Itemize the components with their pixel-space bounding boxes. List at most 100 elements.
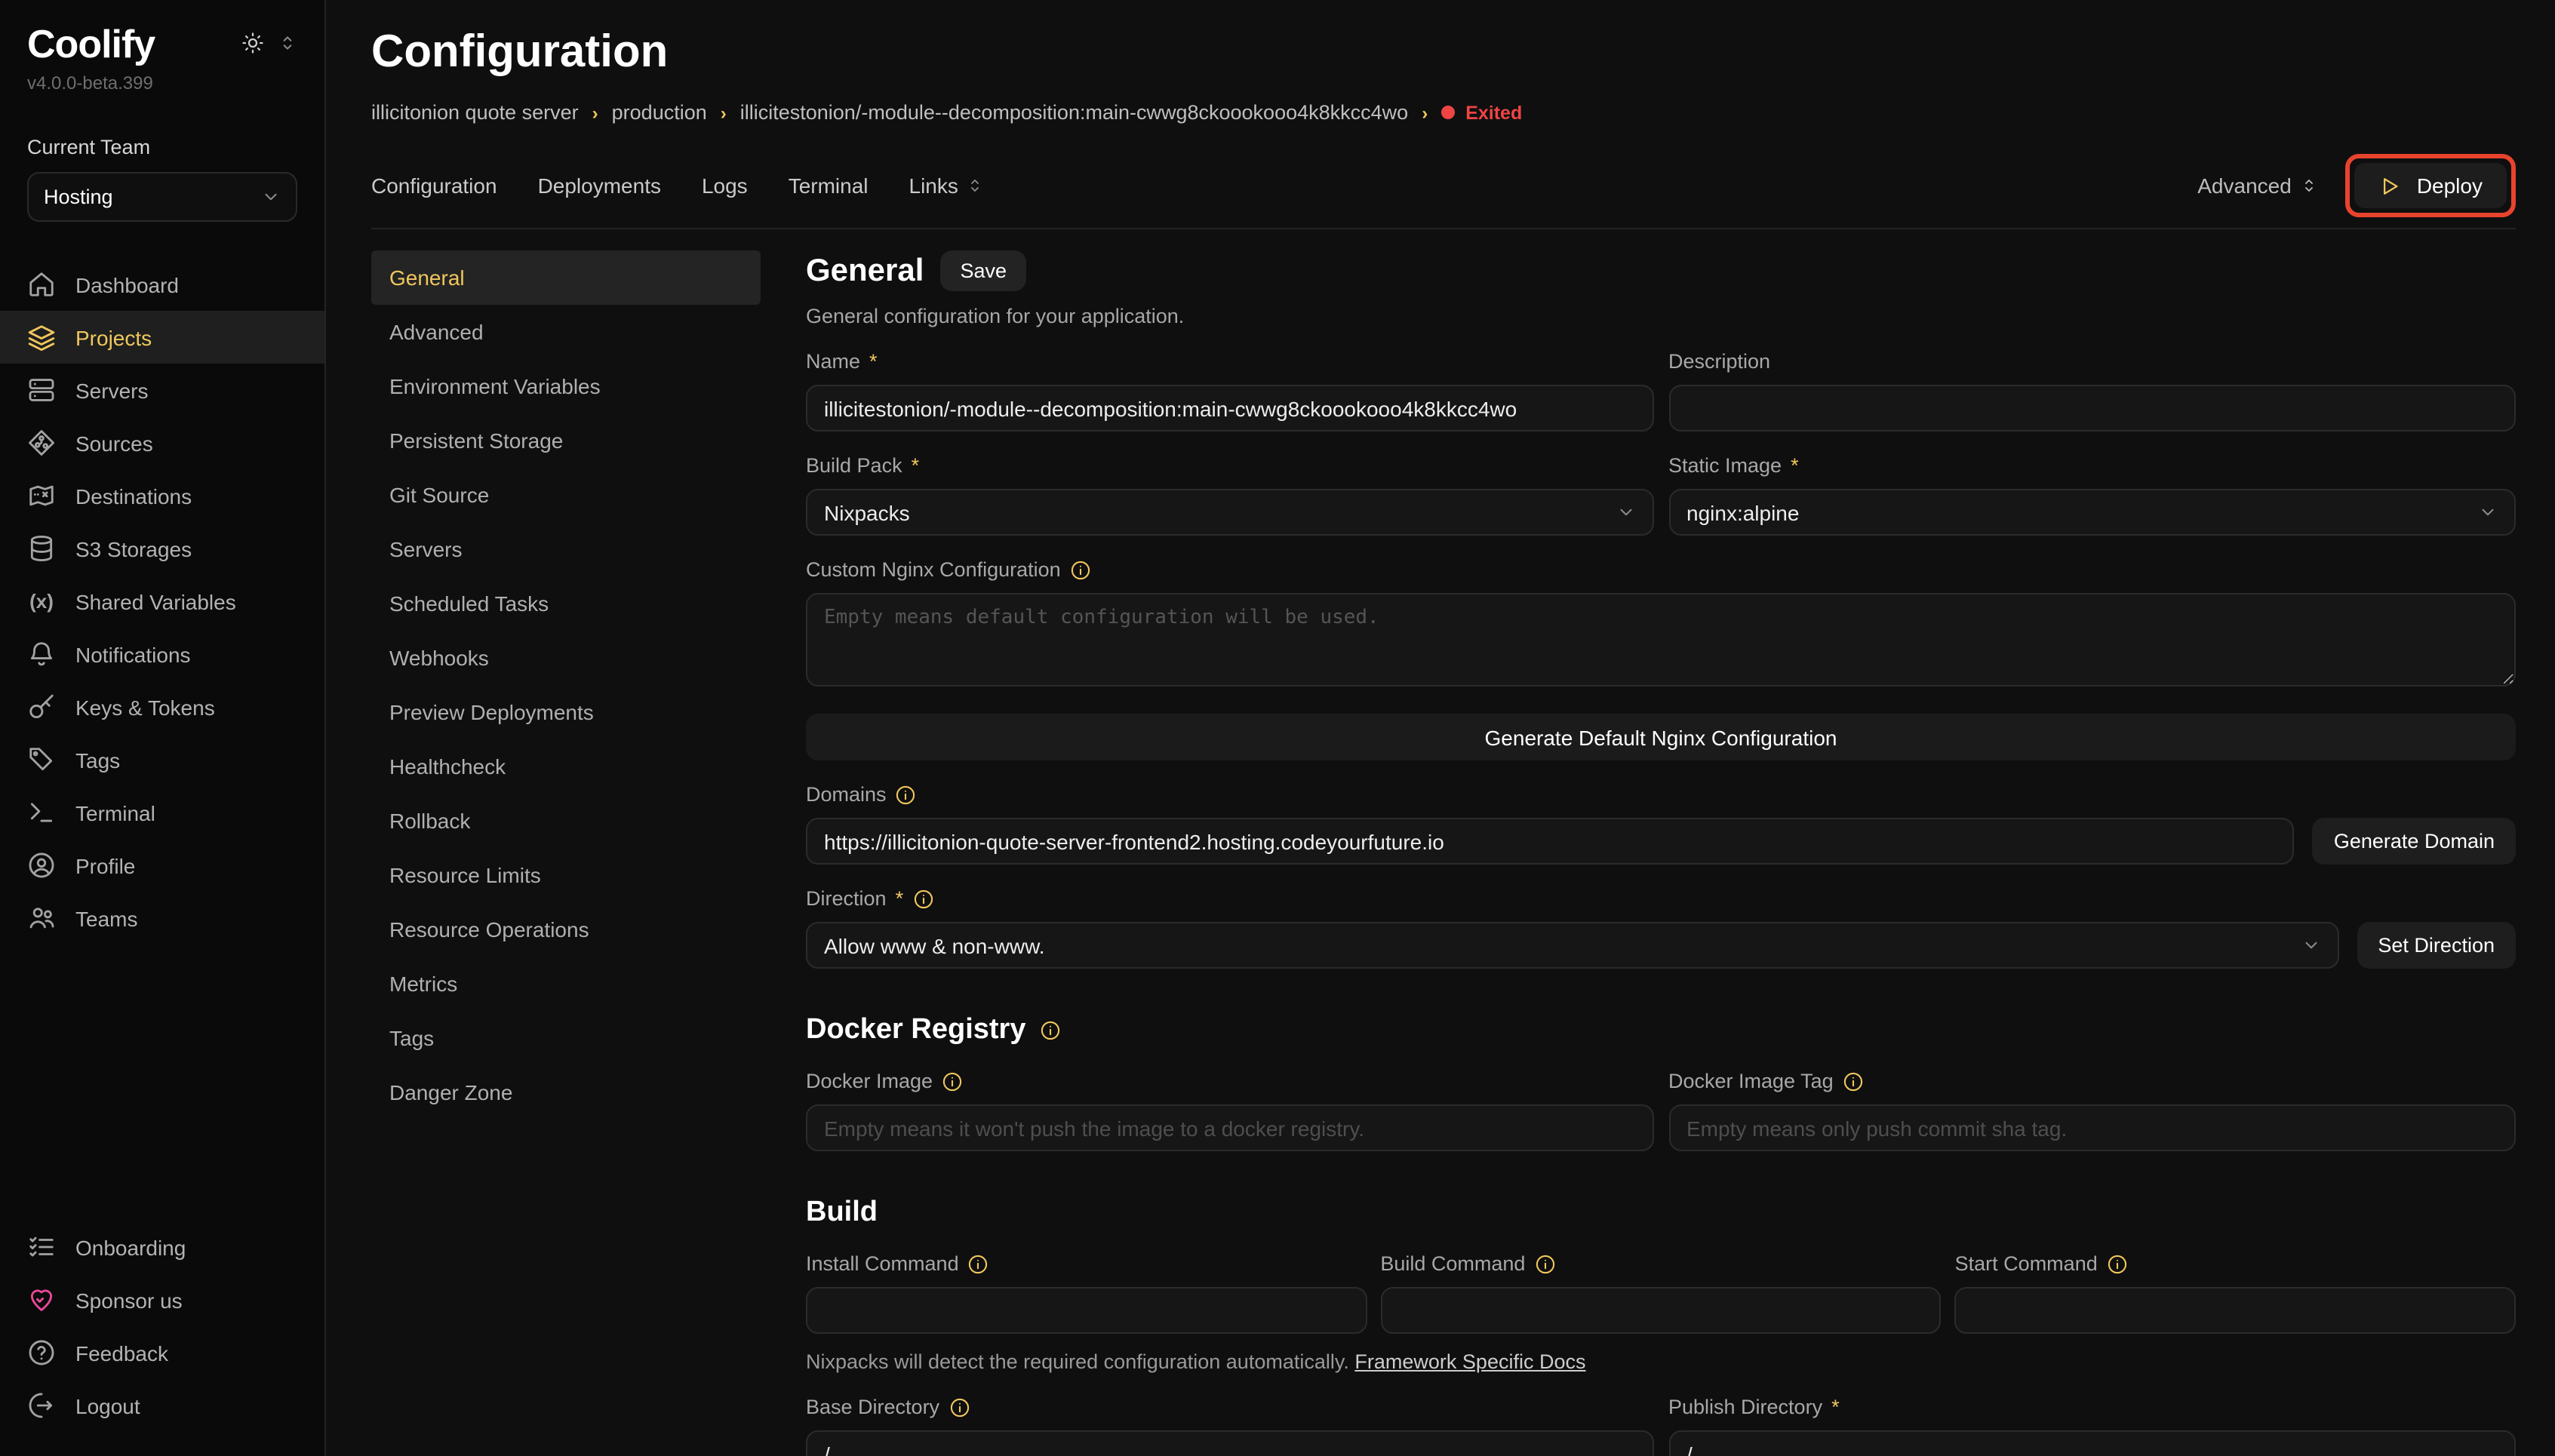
theme-chevrons-updown-icon[interactable] <box>278 33 297 53</box>
sidebar-item-logout[interactable]: Logout <box>0 1379 324 1432</box>
status-dot-icon <box>1441 106 1455 119</box>
sidebar-item-profile[interactable]: Profile <box>0 839 324 892</box>
subnav-item-git-source[interactable]: Git Source <box>371 468 761 522</box>
info-icon[interactable] <box>912 888 933 909</box>
sidebar-item-label: Shared Variables <box>75 589 236 613</box>
framework-docs-link[interactable]: Framework Specific Docs <box>1354 1350 1585 1373</box>
info-icon[interactable] <box>949 1396 970 1418</box>
info-icon[interactable] <box>942 1070 963 1092</box>
description-input[interactable] <box>1668 385 2516 432</box>
domains-input[interactable] <box>806 818 2295 865</box>
layers-icon <box>27 323 56 352</box>
subnav-item-danger-zone[interactable]: Danger Zone <box>371 1065 761 1120</box>
sidebar-item-shared-variables[interactable]: (x) Shared Variables <box>0 575 324 628</box>
sidebar-item-label: Tags <box>75 748 120 772</box>
info-icon[interactable] <box>2107 1253 2128 1274</box>
sidebar-item-label: Feedback <box>75 1341 168 1365</box>
chevrons-updown-icon <box>2301 177 2319 195</box>
subnav-item-healthcheck[interactable]: Healthcheck <box>371 739 761 794</box>
breadcrumb-environment[interactable]: production <box>612 101 707 124</box>
tag-icon <box>27 745 56 774</box>
sidebar-item-projects[interactable]: Projects <box>0 311 324 364</box>
breadcrumb-separator: › <box>721 102 727 123</box>
help-circle-icon <box>27 1338 56 1367</box>
theme-sun-icon[interactable] <box>241 32 264 54</box>
install-command-input[interactable] <box>806 1287 1367 1334</box>
subnav-item-metrics[interactable]: Metrics <box>371 957 761 1011</box>
section-title-build: Build <box>806 1196 2516 1230</box>
sidebar-item-teams[interactable]: Teams <box>0 892 324 945</box>
generate-nginx-button[interactable]: Generate Default Nginx Configuration <box>806 714 2516 760</box>
docker-image-tag-input[interactable] <box>1668 1104 2516 1151</box>
name-input[interactable] <box>806 385 1653 432</box>
info-icon[interactable] <box>1070 559 1091 580</box>
advanced-dropdown[interactable]: Advanced <box>2197 174 2319 198</box>
deploy-highlight-box: Deploy <box>2346 154 2516 217</box>
sidebar-item-s3-storages[interactable]: S3 Storages <box>0 522 324 575</box>
info-icon[interactable] <box>1534 1253 1555 1274</box>
sidebar-item-notifications[interactable]: Notifications <box>0 628 324 680</box>
generate-domain-button[interactable]: Generate Domain <box>2313 818 2516 865</box>
section-description: General configuration for your applicati… <box>806 305 2516 327</box>
tab-configuration[interactable]: Configuration <box>371 174 497 198</box>
sidebar-item-dashboard[interactable]: Dashboard <box>0 258 324 311</box>
sidebar-item-label: Sources <box>75 431 153 455</box>
info-icon[interactable] <box>1039 1020 1060 1041</box>
sidebar-item-servers[interactable]: Servers <box>0 364 324 416</box>
sidebar-item-tags[interactable]: Tags <box>0 733 324 786</box>
breadcrumb-project[interactable]: illicitonion quote server <box>371 101 579 124</box>
tab-links[interactable]: Links <box>909 174 984 198</box>
info-icon[interactable] <box>896 784 917 805</box>
chevron-down-icon <box>1616 502 1635 522</box>
user-circle-icon <box>27 851 56 880</box>
static-image-label: Static Image* <box>1668 454 2516 477</box>
subnav-item-webhooks[interactable]: Webhooks <box>371 631 761 685</box>
chevron-down-icon <box>2478 502 2498 522</box>
sidebar-item-feedback[interactable]: Feedback <box>0 1326 324 1379</box>
tab-deployments[interactable]: Deployments <box>538 174 661 198</box>
subnav-item-servers[interactable]: Servers <box>371 522 761 576</box>
set-direction-button[interactable]: Set Direction <box>2357 922 2516 969</box>
build-command-input[interactable] <box>1380 1287 1941 1334</box>
sidebar-item-sponsor-us[interactable]: Sponsor us <box>0 1273 324 1326</box>
sidebar-item-onboarding[interactable]: Onboarding <box>0 1221 324 1273</box>
subnav-item-resource-limits[interactable]: Resource Limits <box>371 848 761 902</box>
sidebar-item-keys-tokens[interactable]: Keys & Tokens <box>0 680 324 733</box>
team-select-value: Hosting <box>44 186 113 208</box>
subnav-item-general[interactable]: General <box>371 250 761 305</box>
sidebar-item-sources[interactable]: Sources <box>0 416 324 469</box>
build-pack-select[interactable]: Nixpacks <box>806 489 1653 536</box>
start-command-input[interactable] <box>1955 1287 2516 1334</box>
save-button[interactable]: Save <box>940 250 1026 291</box>
base-directory-input[interactable] <box>806 1430 1653 1456</box>
tab-logs[interactable]: Logs <box>702 174 748 198</box>
sidebar-item-destinations[interactable]: Destinations <box>0 469 324 522</box>
breadcrumb-separator: › <box>1422 102 1428 123</box>
subnav-item-tags[interactable]: Tags <box>371 1011 761 1065</box>
subnav-item-resource-operations[interactable]: Resource Operations <box>371 902 761 957</box>
publish-directory-input[interactable] <box>1668 1430 2516 1456</box>
build-pack-label: Build Pack* <box>806 454 1653 477</box>
team-select[interactable]: Hosting <box>27 172 297 222</box>
info-icon[interactable] <box>1843 1070 1864 1092</box>
subnav-item-persistent-storage[interactable]: Persistent Storage <box>371 413 761 468</box>
sidebar-item-terminal[interactable]: Terminal <box>0 786 324 839</box>
deploy-button[interactable]: Deploy <box>2355 163 2507 208</box>
static-image-select[interactable]: nginx:alpine <box>1668 489 2516 536</box>
tab-terminal[interactable]: Terminal <box>789 174 869 198</box>
subnav-item-preview-deployments[interactable]: Preview Deployments <box>371 685 761 739</box>
direction-label: Direction* <box>806 887 2516 910</box>
docker-image-input[interactable] <box>806 1104 1653 1151</box>
subnav-item-scheduled-tasks[interactable]: Scheduled Tasks <box>371 576 761 631</box>
sidebar-item-label: Dashboard <box>75 272 179 296</box>
install-command-label: Install Command <box>806 1252 1367 1275</box>
direction-select[interactable]: Allow www & non-www. <box>806 922 2338 969</box>
info-icon[interactable] <box>968 1253 989 1274</box>
chevrons-updown-icon <box>966 177 984 195</box>
subnav-item-advanced[interactable]: Advanced <box>371 305 761 359</box>
breadcrumb-resource[interactable]: illicitestonion/-module--decomposition:m… <box>740 101 1408 124</box>
custom-nginx-textarea[interactable] <box>806 593 2516 687</box>
subnav-item-environment-variables[interactable]: Environment Variables <box>371 359 761 413</box>
app-logo: Coolify <box>27 21 155 68</box>
subnav-item-rollback[interactable]: Rollback <box>371 794 761 848</box>
